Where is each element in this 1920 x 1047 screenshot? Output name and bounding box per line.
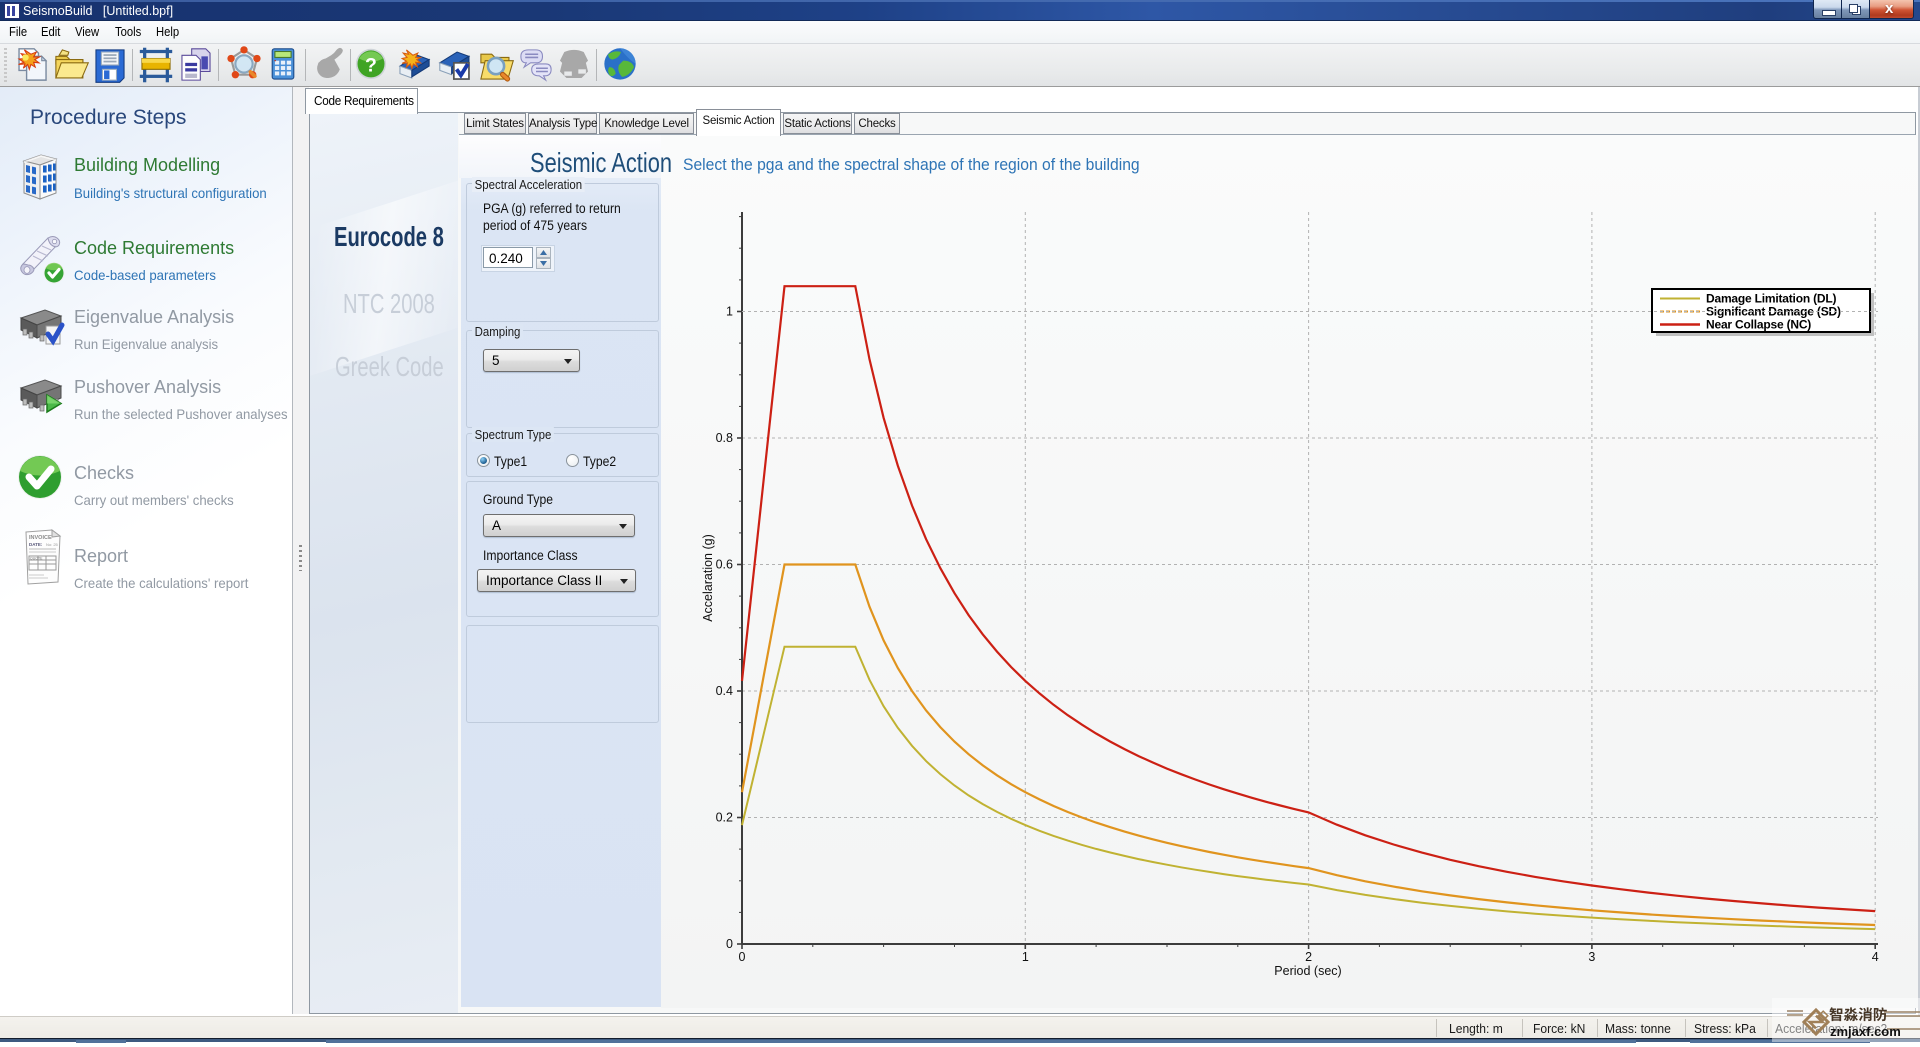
- svg-text:0.8: 0.8: [716, 431, 733, 445]
- svg-text:4: 4: [1872, 950, 1879, 964]
- svg-text:0.6: 0.6: [716, 558, 733, 572]
- svg-text:INVOICE: INVOICE: [29, 535, 52, 541]
- svg-text:0.2: 0.2: [716, 811, 733, 825]
- svg-text:1: 1: [1022, 950, 1029, 964]
- svg-text:QUOTE: QUOTE: [30, 557, 43, 561]
- svg-text:Period (sec): Period (sec): [1274, 964, 1341, 978]
- svg-text:zmjaxf.com: zmjaxf.com: [1830, 1024, 1901, 1039]
- svg-text:Near Collapse (NC): Near Collapse (NC): [1706, 318, 1811, 332]
- svg-text:Accelaration (g): Accelaration (g): [701, 534, 715, 622]
- svg-text:0: 0: [726, 937, 733, 951]
- svg-text:1: 1: [726, 305, 733, 319]
- svg-text:0: 0: [739, 950, 746, 964]
- svg-text:2: 2: [1305, 950, 1312, 964]
- svg-text:DATE:: DATE:: [29, 542, 43, 547]
- svg-text:?: ?: [365, 54, 377, 76]
- svg-text:Damage Limitation (DL): Damage Limitation (DL): [1706, 292, 1836, 306]
- svg-text:3: 3: [1588, 950, 1595, 964]
- svg-text:No: 25: No: 25: [46, 542, 59, 547]
- svg-text:0.4: 0.4: [716, 684, 733, 698]
